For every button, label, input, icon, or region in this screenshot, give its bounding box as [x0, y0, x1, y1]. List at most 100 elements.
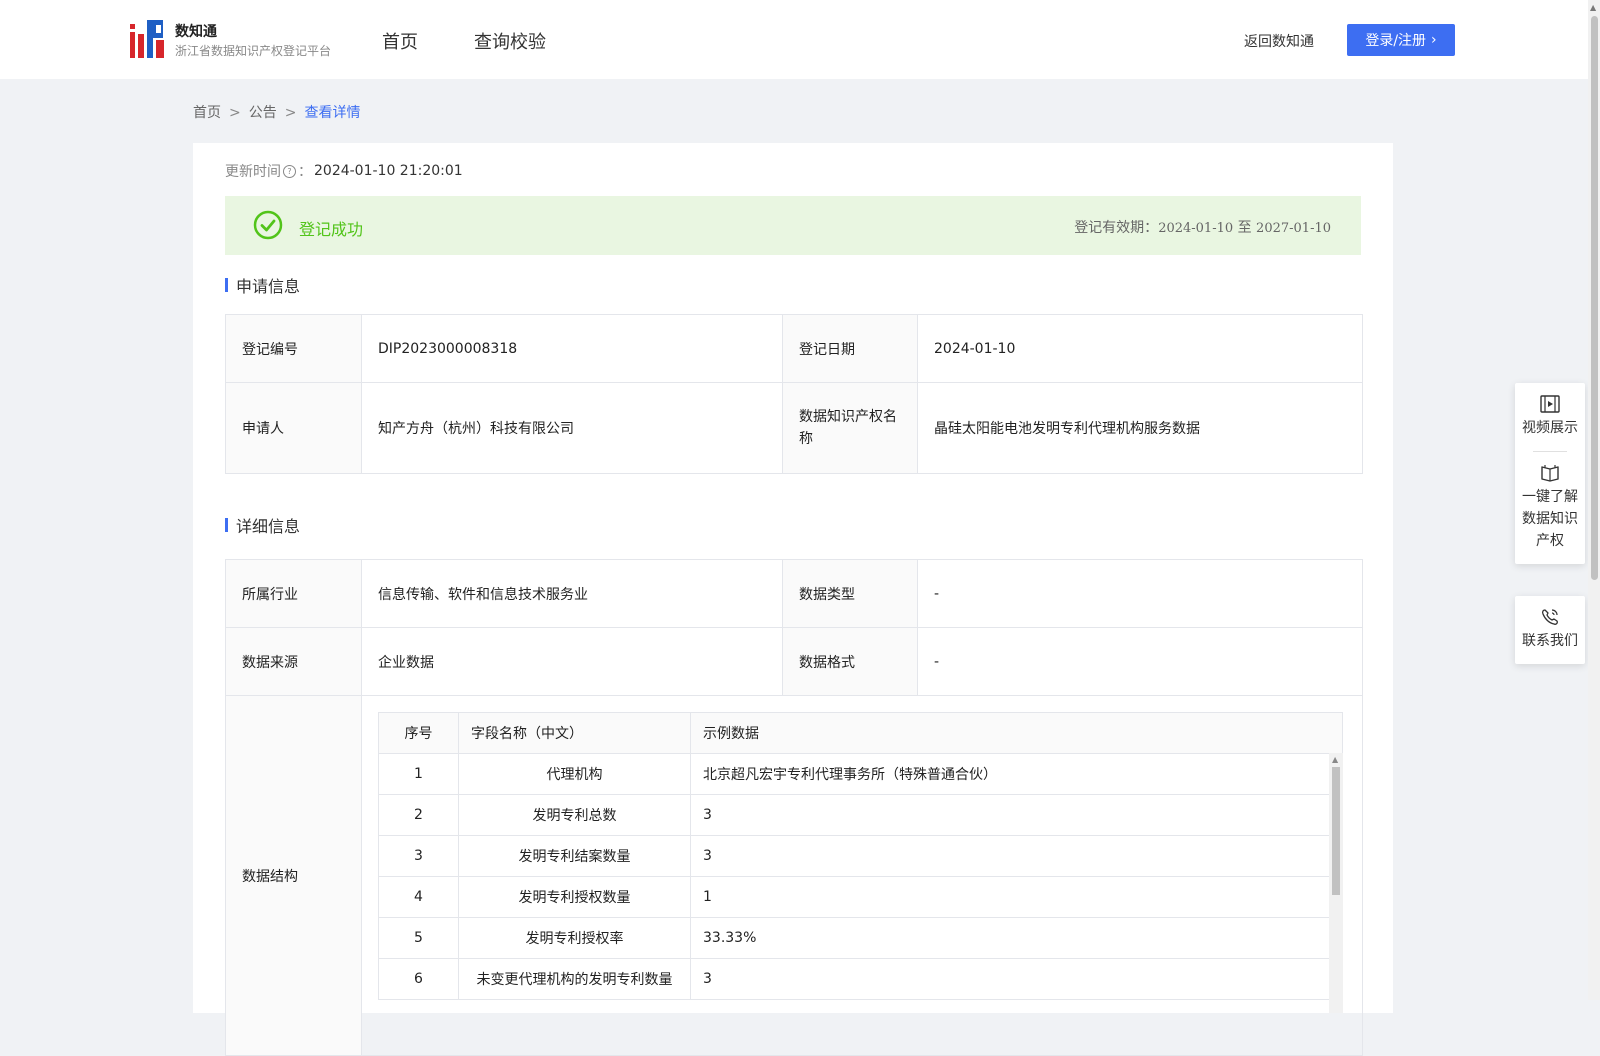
row-sample: 3 — [690, 794, 1343, 836]
chevron-right-icon: › — [1431, 32, 1437, 48]
table-row: 5 发明专利授权率 33.33% — [378, 917, 1343, 959]
source-value: 企业数据 — [361, 627, 783, 696]
table-row: 数据来源 企业数据 数据格式 - — [225, 627, 1363, 696]
nav-query-verify[interactable]: 查询校验 — [474, 28, 546, 54]
industry-value: 信息传输、软件和信息技术服务业 — [361, 559, 783, 628]
row-sample: 33.33% — [690, 917, 1343, 959]
contact-label: 联系我们 — [1522, 633, 1578, 649]
format-value: - — [917, 627, 1363, 696]
data-type-value: - — [917, 559, 1363, 628]
col-header-index: 序号 — [378, 712, 459, 754]
validity-start: 2024-01-10 — [1158, 221, 1234, 236]
video-label: 视频展示 — [1522, 420, 1578, 436]
row-sample: 1 — [690, 876, 1343, 918]
scroll-up-arrow-icon[interactable]: ▲ — [1332, 755, 1338, 764]
breadcrumb-separator: > — [284, 105, 297, 121]
structure-label: 数据结构 — [225, 695, 362, 1056]
row-index: 6 — [378, 958, 459, 1000]
ip-name-value: 晶硅太阳能电池发明专利代理机构服务数据 — [917, 382, 1363, 474]
row-field-name: 发明专利总数 — [458, 794, 691, 836]
question-icon[interactable]: ? — [283, 164, 296, 178]
table-scrollbar[interactable]: ▲ — [1329, 753, 1343, 1013]
validity-to: 至 — [1237, 220, 1252, 236]
validity-period: 登记有效期：2024-01-10 至 2027-01-10 — [1074, 217, 1331, 237]
breadcrumb-home[interactable]: 首页 — [193, 105, 221, 121]
video-icon — [1540, 395, 1560, 413]
row-index: 3 — [378, 835, 459, 877]
row-sample: 北京超凡宏宇专利代理事务所（特殊普通合伙） — [690, 753, 1343, 795]
section-apply-info: 申请信息 — [225, 273, 300, 297]
table-header-row: 序号 字段名称（中文） 示例数据 — [378, 712, 1343, 754]
page-scroll-thumb[interactable] — [1591, 16, 1598, 580]
return-link[interactable]: 返回数知通 — [1244, 31, 1314, 51]
detail-info-table: 所属行业 信息传输、软件和信息技术服务业 数据类型 - 数据来源 企业数据 数据… — [225, 559, 1363, 1056]
brand-subtitle: 浙江省数据知识产权登记平台 — [175, 44, 332, 58]
applicant-value: 知产方舟（杭州）科技有限公司 — [361, 382, 783, 474]
section-marker — [225, 278, 228, 292]
section-marker — [225, 518, 228, 532]
video-showcase-button[interactable]: 视频展示 — [1515, 383, 1585, 451]
apply-info-table: 登记编号 DIP2023000008318 登记日期 2024-01-10 申请… — [225, 314, 1363, 474]
applicant-label: 申请人 — [225, 382, 362, 474]
table-row: 数据结构 序号 字段名称（中文） 示例数据 1 代理机构 北京超凡宏宇专利代理事… — [225, 695, 1363, 1056]
breadcrumb-current: 查看详情 — [304, 105, 361, 121]
book-icon — [1541, 465, 1559, 482]
breadcrumb-separator: > — [229, 105, 241, 121]
login-register-button[interactable]: 登录/注册 › — [1347, 24, 1455, 56]
update-time-colon: ： — [298, 164, 312, 180]
nav-home[interactable]: 首页 — [382, 28, 418, 54]
reg-no-label: 登记编号 — [225, 314, 362, 383]
float-panel-top: 视频展示 一键了解数据知识产权 — [1515, 383, 1585, 564]
float-panel-bottom: 联系我们 — [1515, 596, 1585, 664]
breadcrumb-notice[interactable]: 公告 — [249, 105, 277, 121]
status-banner: 登记成功 登记有效期：2024-01-10 至 2027-01-10 — [225, 196, 1361, 255]
contact-us-button[interactable]: 联系我们 — [1515, 596, 1585, 664]
table-row: 所属行业 信息传输、软件和信息技术服务业 数据类型 - — [225, 559, 1363, 628]
learn-label: 一键了解数据知识产权 — [1522, 489, 1578, 549]
source-label: 数据来源 — [225, 627, 362, 696]
row-field-name: 发明专利授权数量 — [458, 876, 691, 918]
format-label: 数据格式 — [782, 627, 918, 696]
detail-card: 更新时间 ? ： 2024-01-10 21:20:01 登记成功 登记有效期：… — [193, 143, 1393, 1056]
table-scroll-thumb[interactable] — [1332, 767, 1340, 895]
table-row: 4 发明专利授权数量 1 — [378, 876, 1343, 918]
page-scrollbar[interactable]: ▲ — [1588, 0, 1600, 1000]
top-header: 数知通 浙江省数据知识产权登记平台 首页 查询校验 返回数知通 登录/注册 › — [0, 0, 1588, 79]
table-row: 登记编号 DIP2023000008318 登记日期 2024-01-10 — [225, 314, 1363, 383]
row-field-name: 发明专利结案数量 — [458, 835, 691, 877]
col-header-sample: 示例数据 — [690, 712, 1343, 754]
validity-label: 登记有效期： — [1074, 220, 1159, 236]
col-header-field-name: 字段名称（中文） — [458, 712, 691, 754]
brand-name: 数知通 — [175, 24, 217, 40]
learn-ip-button[interactable]: 一键了解数据知识产权 — [1515, 452, 1585, 564]
login-register-label: 登录/注册 — [1365, 33, 1427, 49]
breadcrumb: 首页 > 公告 > 查看详情 — [193, 102, 360, 122]
row-field-name: 未变更代理机构的发明专利数量 — [458, 958, 691, 1000]
reg-date-label: 登记日期 — [782, 314, 918, 383]
reg-no-value: DIP2023000008318 — [361, 314, 783, 383]
table-row: 6 未变更代理机构的发明专利数量 3 — [378, 958, 1343, 1000]
table-row: 2 发明专利总数 3 — [378, 794, 1343, 836]
industry-label: 所属行业 — [225, 559, 362, 628]
row-index: 1 — [378, 753, 459, 795]
table-row: 3 发明专利结案数量 3 — [378, 835, 1343, 877]
data-type-label: 数据类型 — [782, 559, 918, 628]
status-text: 登记成功 — [299, 220, 364, 239]
row-field-name: 代理机构 — [458, 753, 691, 795]
section-title: 申请信息 — [236, 277, 301, 296]
table-row: 1 代理机构 北京超凡宏宇专利代理事务所（特殊普通合伙） — [378, 753, 1343, 795]
update-time-value: 2024-01-10 21:20:01 — [314, 163, 463, 179]
update-time-label: 更新时间 — [225, 164, 281, 180]
row-index: 4 — [378, 876, 459, 918]
logo-icon[interactable] — [130, 20, 166, 58]
structure-table-wrap: 序号 字段名称（中文） 示例数据 1 代理机构 北京超凡宏宇专利代理事务所（特殊… — [378, 712, 1343, 1013]
phone-icon — [1541, 609, 1558, 625]
row-sample: 3 — [690, 835, 1343, 877]
reg-date-value: 2024-01-10 — [917, 314, 1363, 383]
section-detail-info: 详细信息 — [225, 513, 300, 537]
validity-end: 2027-01-10 — [1256, 221, 1331, 236]
row-index: 2 — [378, 794, 459, 836]
scroll-up-arrow-icon[interactable]: ▲ — [1590, 3, 1596, 12]
ip-name-label: 数据知识产权名称 — [782, 382, 918, 474]
section-title: 详细信息 — [236, 517, 301, 536]
